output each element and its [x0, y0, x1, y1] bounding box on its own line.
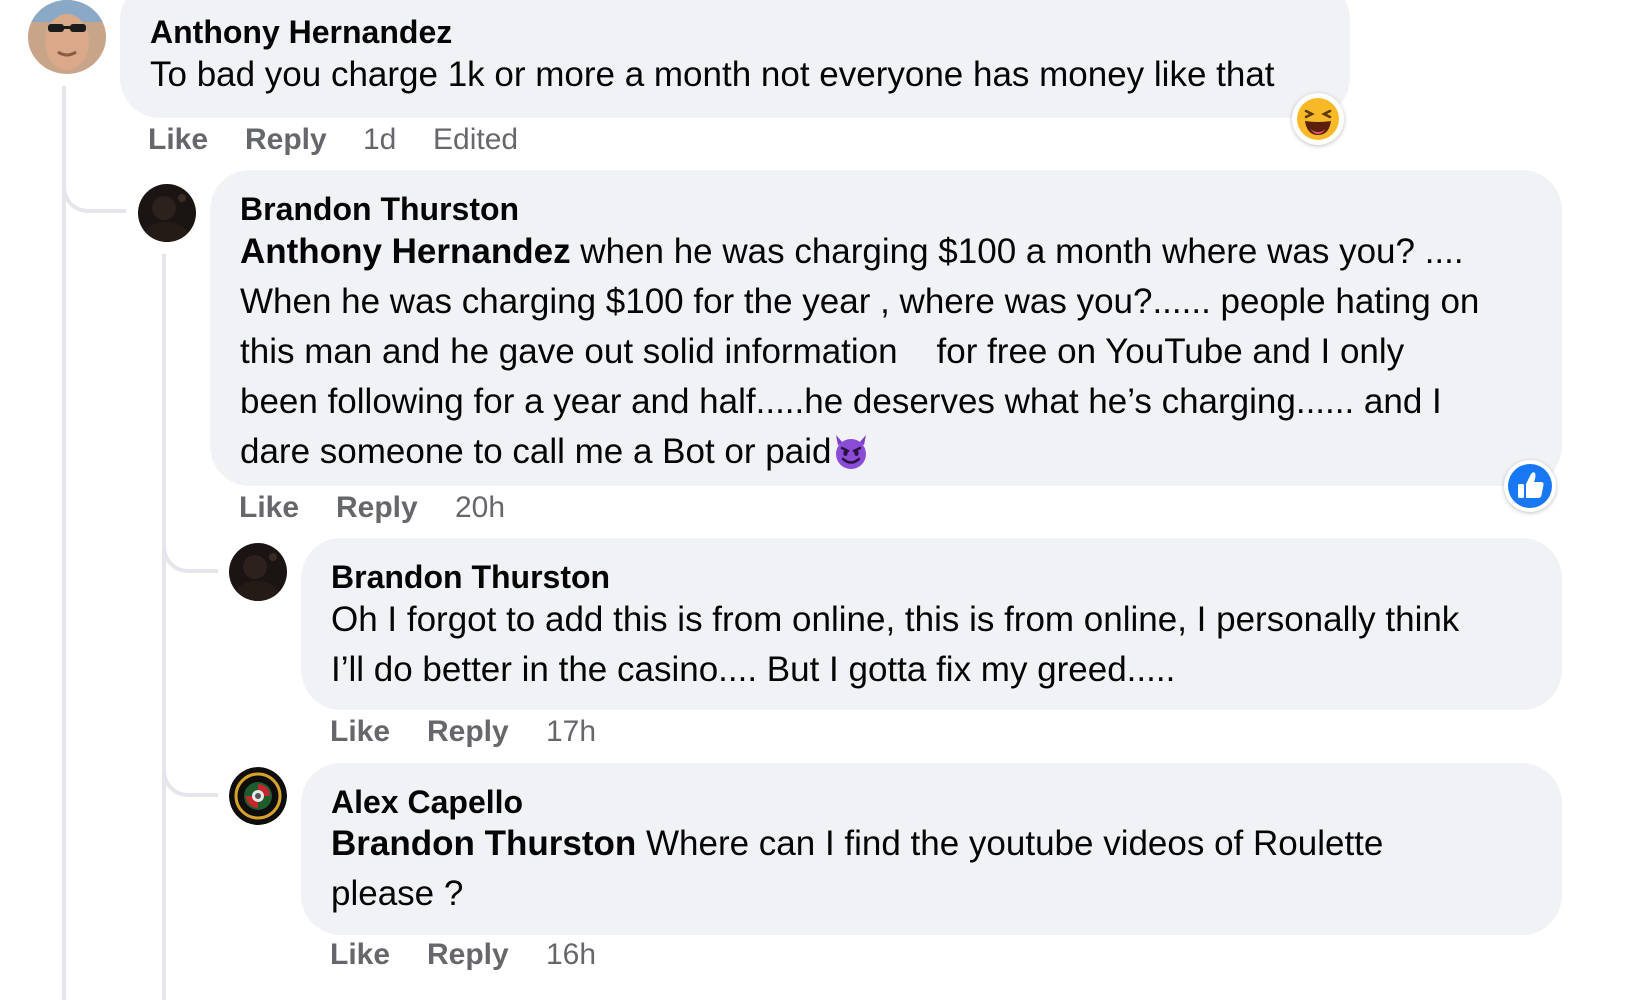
edited-label: Edited: [433, 123, 519, 156]
reply-button[interactable]: Reply: [427, 715, 509, 749]
like-button[interactable]: Like: [330, 938, 390, 972]
like-button[interactable]: Like: [239, 491, 299, 525]
comment-author[interactable]: Anthony Hernandez: [150, 14, 452, 51]
comment-text-line: dare someone to call me a Bot or paid: [240, 432, 832, 471]
avatar[interactable]: [138, 184, 196, 242]
avatar[interactable]: [229, 767, 287, 825]
comment-text-line: Oh I forgot to add this is from online, …: [331, 600, 1460, 639]
comment-text: Anthony Hernandez when he was charging $…: [240, 227, 1540, 477]
reaction-badge[interactable]: [1292, 93, 1344, 145]
comment-text-line: Where can I find the youtube videos of R…: [636, 824, 1384, 863]
comment-text-line: I’ll do better in the casino.... But I g…: [331, 650, 1176, 689]
smiling-face-with-horns-icon: [836, 435, 867, 469]
thread-connector: [62, 180, 126, 213]
mention-link[interactable]: Brandon Thurston: [331, 824, 636, 863]
thread-line-main: [62, 86, 66, 1000]
timestamp[interactable]: 16h: [546, 938, 596, 972]
comment-author[interactable]: Brandon Thurston: [240, 191, 519, 228]
comment-text: Brandon Thurston Where can I find the yo…: [331, 819, 1551, 919]
thread-connector: [162, 540, 218, 573]
reply-button[interactable]: Reply: [427, 938, 509, 972]
avatar[interactable]: [28, 0, 106, 74]
comment-text: To bad you charge 1k or more a month not…: [150, 55, 1275, 94]
reply-button[interactable]: Reply: [336, 491, 418, 525]
like-thumbs-up-icon: [1508, 464, 1552, 508]
comment-text-line: When he was charging $100 for the year ,…: [240, 282, 1480, 321]
comment-text-line: please ?: [331, 874, 464, 913]
comment-author[interactable]: Brandon Thurston: [331, 559, 610, 596]
like-button[interactable]: Like: [330, 715, 390, 749]
comment-text: Oh I forgot to add this is from online, …: [331, 595, 1551, 695]
thread-connector: [162, 764, 218, 797]
mention-link[interactable]: Anthony Hernandez: [240, 232, 571, 271]
timestamp[interactable]: 17h: [546, 715, 596, 749]
avatar[interactable]: [229, 543, 287, 601]
comment-author[interactable]: Alex Capello: [331, 784, 523, 821]
like-button[interactable]: Like: [148, 123, 208, 157]
timestamp[interactable]: 1d: [363, 123, 396, 157]
thread-line-nested: [162, 254, 166, 1000]
reply-button[interactable]: Reply: [245, 123, 327, 157]
comment-text-line: been following for a year and half.....h…: [240, 382, 1442, 421]
reaction-badge[interactable]: [1504, 460, 1556, 512]
comment-text-line: when he was charging $100 a month where …: [570, 232, 1464, 271]
comment-text-line: this man and he gave out solid informati…: [240, 332, 1405, 371]
laughing-emoji-icon: [1297, 98, 1339, 140]
timestamp[interactable]: 20h: [455, 491, 505, 525]
